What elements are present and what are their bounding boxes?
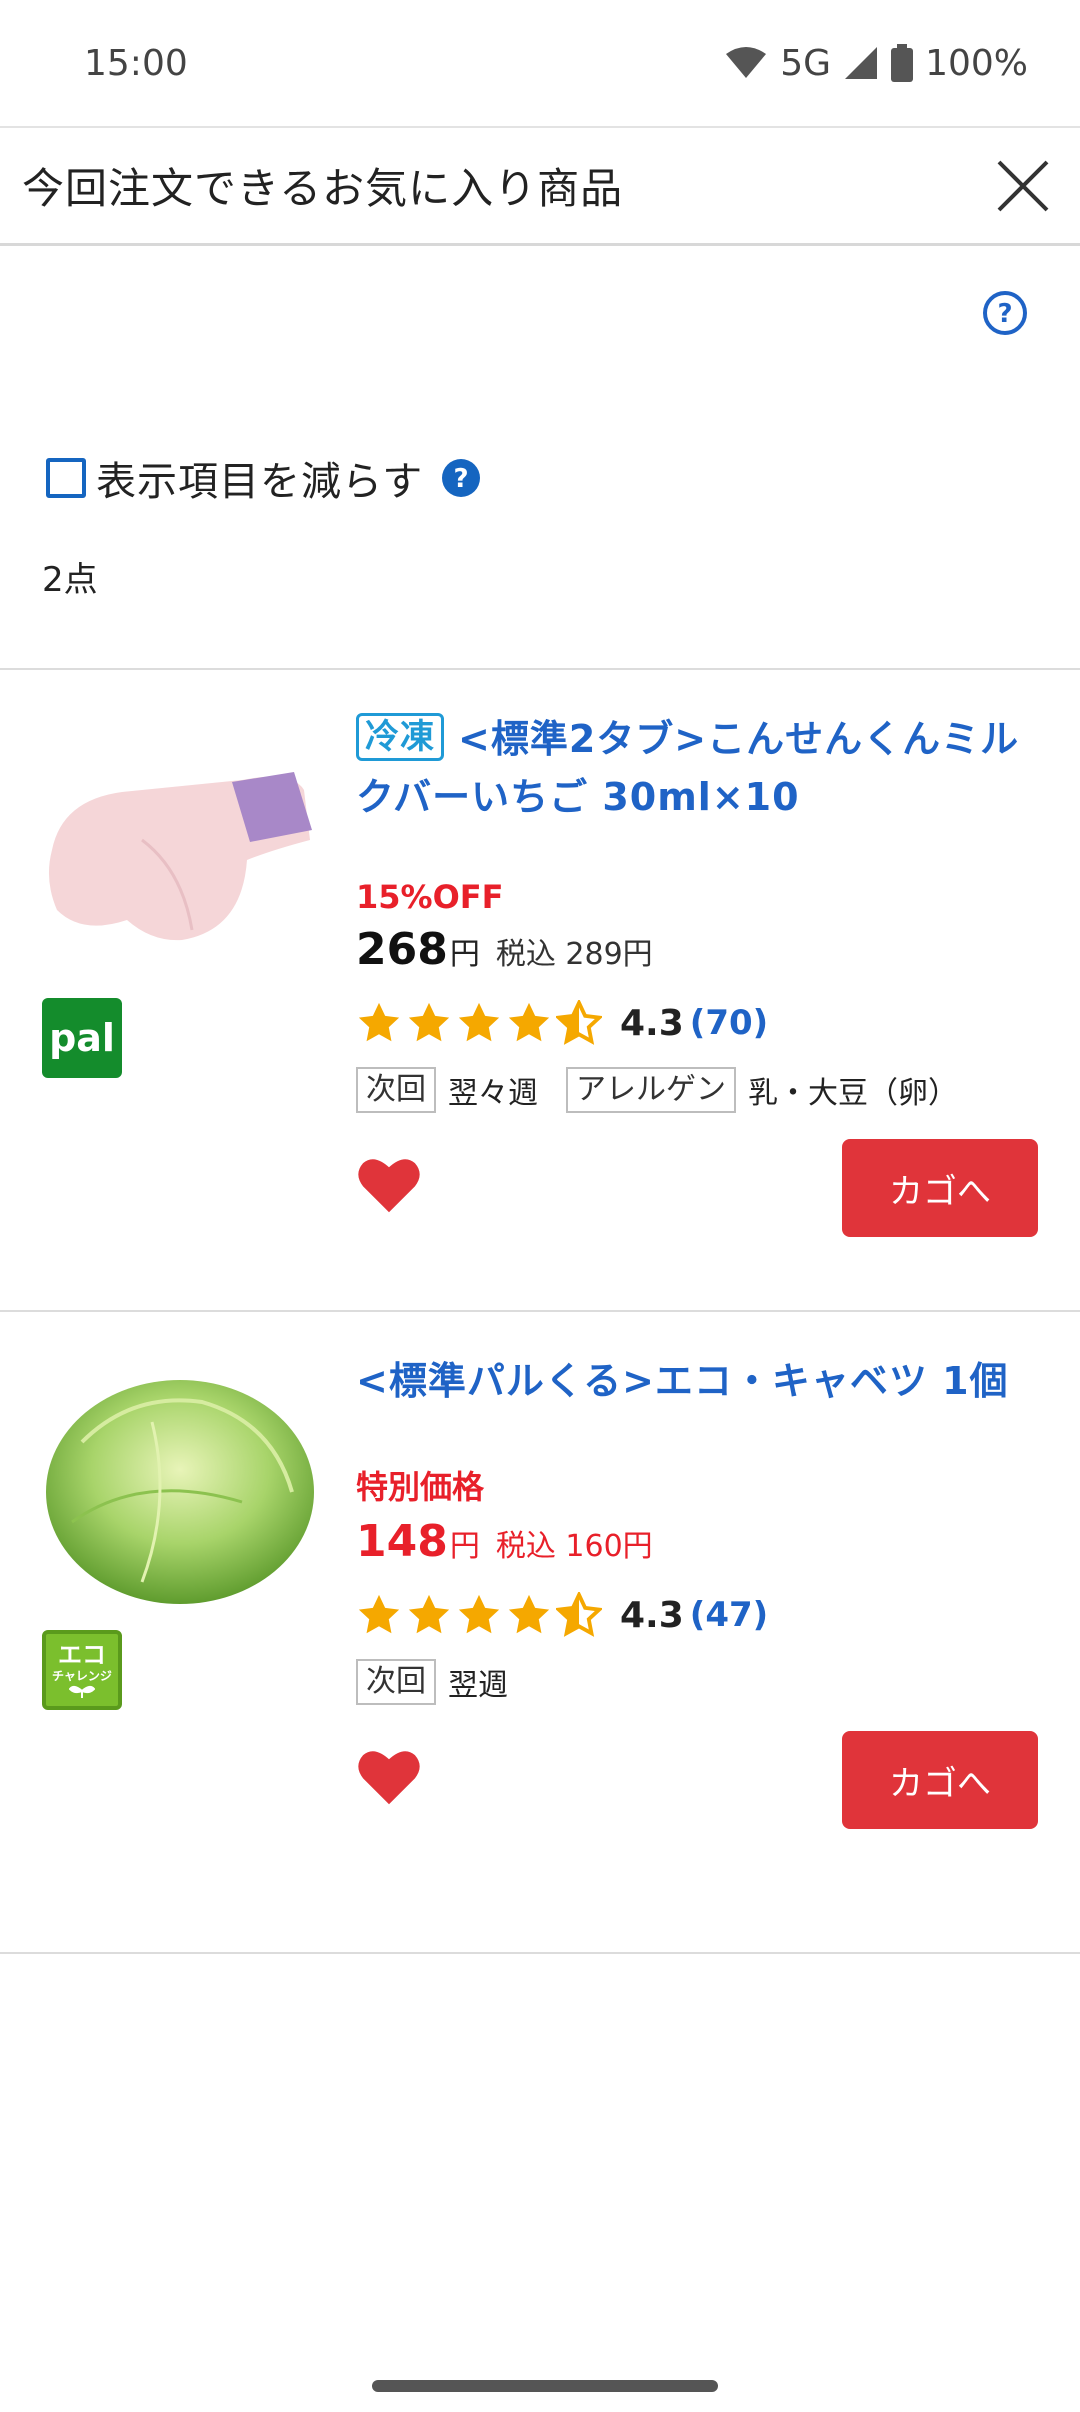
- price: 268: [356, 924, 448, 975]
- price-row: 148 円 税込 160円: [356, 1516, 1046, 1567]
- allergen-tag: アレルゲン: [566, 1067, 736, 1113]
- star-icon: [358, 1002, 400, 1042]
- wifi-icon: [726, 47, 767, 78]
- add-to-cart-button[interactable]: カゴへ: [842, 1731, 1038, 1829]
- promo-label: 15%OFF: [356, 878, 504, 916]
- meta-row: 次回 翌週: [356, 1659, 1046, 1705]
- close-icon: [997, 160, 1049, 211]
- help-icon[interactable]: ?: [441, 458, 481, 498]
- next-delivery-tag: 次回: [356, 1067, 436, 1113]
- half-star-icon: [556, 1000, 602, 1045]
- pal-badge: pal: [42, 998, 122, 1078]
- add-to-cart-button[interactable]: カゴへ: [842, 1139, 1038, 1237]
- star-icon: [508, 1002, 550, 1042]
- star-icon: [408, 1002, 450, 1042]
- pal-badge-label: pal: [49, 1016, 115, 1060]
- eco-challenge-badge: エコ チャレンジ: [42, 1630, 122, 1710]
- sprout-icon: [69, 1685, 95, 1698]
- star-icon: [358, 1594, 400, 1634]
- favorite-heart-icon[interactable]: [356, 1747, 422, 1807]
- eco-badge-bottom: チャレンジ: [52, 1669, 112, 1683]
- product-actions: カゴへ: [356, 1139, 1046, 1239]
- home-indicator[interactable]: [372, 2380, 718, 2392]
- close-button[interactable]: [990, 153, 1056, 219]
- rating-value: 4.3: [620, 1002, 684, 1044]
- battery-label: 100%: [925, 42, 1028, 84]
- yen-unit: 円: [449, 1529, 480, 1564]
- product-actions: カゴへ: [356, 1731, 1046, 1831]
- tax-included-price: 税込 289円: [495, 937, 653, 972]
- product-name-link[interactable]: 冷凍 <標準2タブ>こんせんくんミルクバーいちご 30ml×10: [356, 710, 1046, 826]
- product-name-link[interactable]: <標準パルくる>エコ・キャベツ 1個: [356, 1352, 1046, 1410]
- product-image[interactable]: [42, 730, 318, 950]
- rating-row: 4.3 (47): [356, 1587, 1046, 1643]
- status-icons: 5G 100%: [724, 43, 1028, 84]
- next-delivery-value: 翌々週: [448, 1076, 538, 1111]
- product-name: <標準パルくる>エコ・キャベツ 1個: [356, 1359, 1009, 1403]
- meta-row: 次回 翌々週 アレルゲン 乳・大豆（卵）: [356, 1067, 1046, 1113]
- favorite-heart-icon[interactable]: [356, 1155, 422, 1215]
- product-card: エコ チャレンジ <標準パルくる>エコ・キャベツ 1個 特別価格 148 円 税…: [0, 1312, 1080, 1952]
- reduce-items-label: 表示項目を減らす: [96, 459, 424, 505]
- rating-row: 4.3 (70): [356, 995, 1046, 1051]
- review-count-link[interactable]: (47): [690, 1595, 768, 1635]
- battery-icon: [891, 44, 914, 82]
- star-icon: [458, 1002, 500, 1042]
- eco-badge-top: エコ: [58, 1641, 106, 1669]
- item-count: 2点: [42, 560, 98, 600]
- star-icon: [508, 1594, 550, 1634]
- status-bar: 15:00 5G 100%: [0, 0, 1080, 126]
- product-info: 冷凍 <標準2タブ>こんせんくんミルクバーいちご 30ml×10 15%OFF 2…: [356, 710, 1046, 1239]
- title-bar: 今回注文できるお気に入り商品: [0, 126, 1080, 246]
- page-title: 今回注文できるお気に入り商品: [22, 164, 624, 213]
- star-icon: [458, 1594, 500, 1634]
- rating-value: 4.3: [620, 1594, 684, 1636]
- status-time: 15:00: [84, 42, 188, 84]
- svg-text:?: ?: [997, 299, 1012, 329]
- rating-stars: [356, 1000, 602, 1046]
- tax-included-price: 税込 160円: [495, 1529, 653, 1564]
- signal-icon: [845, 47, 878, 79]
- allergen-value: 乳・大豆（卵）: [748, 1076, 958, 1111]
- promo-label: 特別価格: [356, 1468, 485, 1506]
- rating-stars: [356, 1592, 602, 1638]
- product-info: <標準パルくる>エコ・キャベツ 1個 特別価格 148 円 税込 160円 4.…: [356, 1352, 1046, 1831]
- price-row: 268 円 税込 289円: [356, 924, 1046, 975]
- next-delivery-tag: 次回: [356, 1659, 436, 1705]
- help-icon[interactable]: ?: [982, 290, 1028, 336]
- review-count-link[interactable]: (70): [690, 1003, 768, 1043]
- reduce-items-row[interactable]: 表示項目を減らす ?: [46, 448, 481, 508]
- yen-unit: 円: [449, 937, 480, 972]
- product-card: pal 冷凍 <標準2タブ>こんせんくんミルクバーいちご 30ml×10 15%O…: [0, 670, 1080, 1310]
- price: 148: [356, 1516, 448, 1567]
- reduce-items-checkbox[interactable]: [46, 458, 86, 498]
- network-label: 5G: [780, 42, 832, 84]
- next-delivery-value: 翌週: [448, 1668, 508, 1703]
- product-name: <標準2タブ>こんせんくんミルクバーいちご 30ml×10: [356, 717, 1020, 819]
- half-star-icon: [556, 1592, 602, 1637]
- product-image[interactable]: [42, 1352, 318, 1612]
- svg-text:?: ?: [454, 464, 469, 494]
- star-icon: [408, 1594, 450, 1634]
- frozen-tag: 冷凍: [356, 713, 444, 761]
- divider: [0, 1952, 1080, 1954]
